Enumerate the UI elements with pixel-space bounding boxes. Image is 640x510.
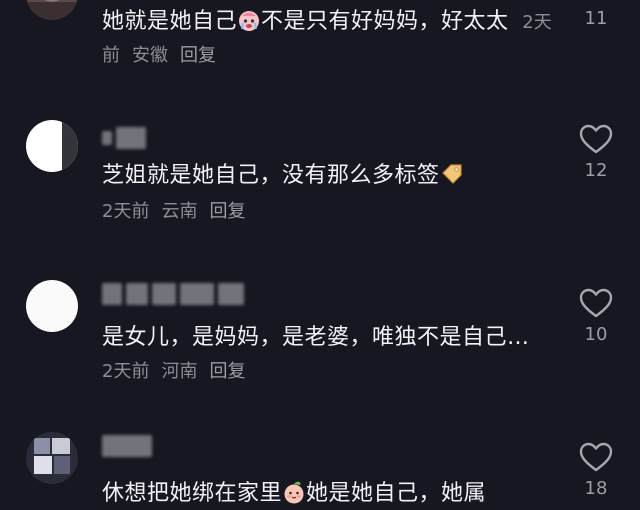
like-button[interactable]: 18 <box>572 442 620 499</box>
like-button[interactable]: 10 <box>572 288 620 345</box>
comment-location: 安徽 <box>132 45 168 66</box>
comment-time: 2天前 <box>102 201 150 222</box>
like-count: 12 <box>584 160 608 181</box>
heart-outline-icon <box>579 124 613 154</box>
comment-item: 芝姐就是她自己，没有那么多标签 2天前 云南 回复 12 <box>0 120 640 230</box>
comment-item: 休想把她绑在家里 她是她自己，她属 18 <box>0 432 640 510</box>
comment-location: 云南 <box>161 201 198 222</box>
comment-list: 她就是她自己 不是只有好妈妈，好太太 2天前 安徽 回复 11 芝姐就是她自己，… <box>0 0 640 510</box>
peach-face-emoji <box>282 480 306 504</box>
comment-item: 是女儿，是妈妈，是老婆，唯独不是自己… 2天前 河南 回复 10 <box>0 280 640 400</box>
like-count: 10 <box>584 324 608 345</box>
tag-emoji <box>440 162 464 186</box>
comment-text-part: 不是只有好妈妈，好太太 <box>261 9 509 34</box>
avatar[interactable] <box>26 0 78 20</box>
comment-meta: 2天前 云南 回复 <box>102 196 562 228</box>
comment-text-part: 她就是她自己 <box>102 9 238 34</box>
username-blurred[interactable] <box>102 282 244 306</box>
reply-button[interactable]: 回复 <box>209 201 245 222</box>
comment-location: 河南 <box>161 361 198 382</box>
avatar[interactable] <box>26 432 78 484</box>
comment-text: 休想把她绑在家里 她是她自己，她属 <box>102 478 572 510</box>
comment-text: 她就是她自己 不是只有好妈妈，好太太 2天前 安徽 回复 <box>102 6 562 72</box>
heart-outline-icon <box>579 442 613 472</box>
comment-text-part: 芝姐就是她自己，没有那么多标签 <box>102 163 440 188</box>
username-blurred[interactable] <box>102 126 146 150</box>
comment-item: 她就是她自己 不是只有好妈妈，好太太 2天前 安徽 回复 11 <box>0 0 640 90</box>
reply-button[interactable]: 回复 <box>180 45 216 66</box>
comment-time: 2天前 <box>102 361 150 382</box>
comment-text: 芝姐就是她自己，没有那么多标签 2天前 云南 回复 <box>102 160 562 228</box>
comment-meta: 2天前 河南 回复 <box>102 361 257 382</box>
like-button[interactable]: 12 <box>572 124 620 181</box>
reply-button[interactable]: 回复 <box>209 361 245 382</box>
heart-outline-icon <box>579 288 613 318</box>
comment-text-part: 是女儿，是妈妈，是老婆，唯独不是自己… <box>102 325 530 350</box>
username-blurred[interactable] <box>102 434 152 458</box>
comment-text-part: 她是她自己，她属 <box>306 481 487 506</box>
like-count: 18 <box>584 478 608 499</box>
comment-text: 是女儿，是妈妈，是老婆，唯独不是自己… 2天前 河南 回复 <box>102 322 542 388</box>
avatar[interactable] <box>26 280 78 332</box>
comment-text-part: 休想把她绑在家里 <box>102 481 283 506</box>
like-count: 11 <box>584 8 608 29</box>
like-area[interactable]: 11 <box>572 0 620 29</box>
crying-face-emoji <box>237 8 261 32</box>
avatar[interactable] <box>26 120 78 172</box>
